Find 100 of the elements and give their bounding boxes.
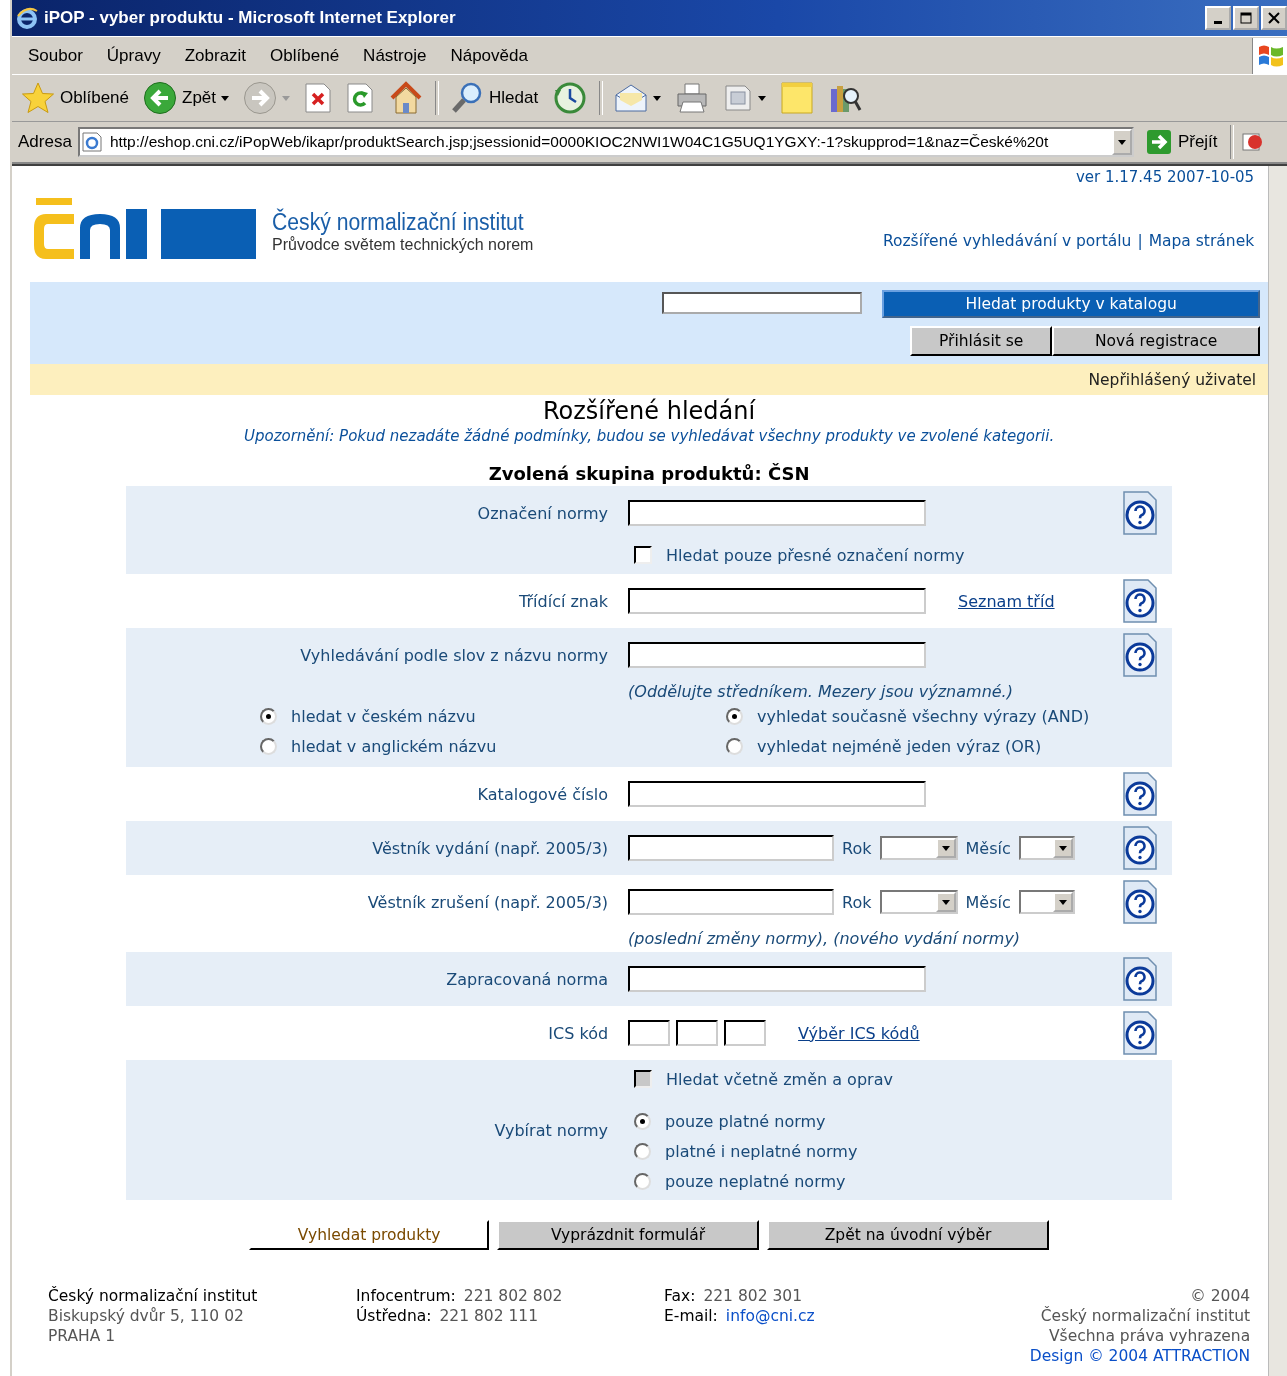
radio-button[interactable] [726,737,744,755]
radio-label: hledat v českém názvu [291,706,476,726]
text-field[interactable] [628,1020,671,1046]
month-label: Měsíc [965,838,1011,858]
text-field[interactable] [628,781,927,807]
field-label: Vybírat normy [493,1120,609,1140]
login-button[interactable]: Přihlásit se [910,326,1053,356]
contact-label: Fax: [664,1286,696,1306]
text-field[interactable] [724,1020,767,1046]
menu-item[interactable]: Nástroje [363,45,427,66]
field-label: Třídící znak [518,591,609,611]
address-field[interactable]: http://eshop.cni.cz/iPopWeb/ikapr/produktSearch.jsp;jsessionid=0000KIOC2NWI1W04C1G5UQ1YGXY:-1?skupprod=1&naz=České%20t [77,127,1134,157]
help-icon[interactable] [1122,956,1159,1002]
address-line: Biskupský dvůr 5, 110 02 [48,1306,245,1326]
maximize-button[interactable] [1233,6,1259,30]
menu-item[interactable]: Nápověda [450,45,528,66]
stop-icon [304,83,333,113]
maximize-icon [1240,12,1252,24]
page-heading: Rozšířené hledání [541,397,757,425]
note-icon [780,81,815,115]
radio-label: vyhledat nejméně jeden výraz (OR) [757,736,1042,756]
copyright-line: Všechna práva vyhrazena [1049,1326,1251,1346]
scrollbar[interactable] [1268,166,1287,1376]
caret-icon [1058,845,1067,851]
radio-button[interactable] [634,1112,652,1130]
dropdown[interactable] [879,836,958,860]
version-text: ver 1.17.45 2007-10-05 [1074,167,1256,186]
field-label: Věstník vydání (např. 2005/3) [371,838,609,858]
form-button[interactable]: Zpět na úvodní výběr [767,1220,1050,1250]
catalog-search-button[interactable]: Hledat produkty v katalogu [882,290,1261,318]
site-map-link[interactable]: Mapa stránek [1148,232,1255,250]
field-label: Zapracovaná norma [445,969,609,989]
notice-text: Upozornění: Pokud nezadáte žádné podmínky, budou se vyhledávat všechny produkty ve zvolené kategorii. [242,427,1056,445]
radio-button[interactable] [260,707,278,725]
field-label: Označení normy [476,503,609,523]
help-icon[interactable] [1122,578,1159,624]
text-field[interactable] [676,1020,719,1046]
menu-item[interactable]: Zobrazit [184,45,247,66]
menu-item[interactable]: Oblíbené [270,45,340,66]
browser-icon [16,7,38,29]
design-credit-link[interactable]: Design © 2004 ATTRACTION [1029,1346,1251,1366]
toolbar-button[interactable]: Oblíbené [18,81,132,115]
text-field[interactable] [628,835,835,861]
caret-icon [221,95,230,101]
text-field[interactable] [628,889,835,915]
search-field[interactable] [662,292,863,314]
go-button[interactable]: Přejít [1139,129,1224,155]
help-icon[interactable] [1122,771,1159,817]
text-field[interactable] [628,500,927,526]
form-button[interactable]: Vyhledat produkty [249,1220,490,1250]
footer-name: Český normalizační institut [48,1286,259,1306]
field-label: Věstník zrušení (např. 2005/3) [366,892,609,912]
radio-button[interactable] [260,737,278,755]
hint-text: (Oddělujte středníkem. Mezery jsou významné.) [628,682,1013,701]
register-button[interactable]: Nová registrace [1052,326,1261,356]
minimize-button[interactable] [1205,6,1231,30]
radio-button[interactable] [726,707,744,725]
radio-button[interactable] [634,1172,652,1190]
radio-label: pouze neplatné normy [665,1171,846,1191]
checkbox-label: Hledat pouze přesné označení normy [666,545,965,565]
close-icon [1268,12,1280,24]
text-field[interactable] [628,966,927,992]
address-label: Adresa [18,132,72,152]
mail-icon [614,83,649,113]
text-field[interactable] [628,588,927,614]
product-group-heading: Zvolená skupina produktů: ČSN [487,463,811,484]
toolbar-button[interactable]: Zpět [140,81,233,115]
toolbar-button[interactable]: Hledat [447,81,542,115]
help-icon[interactable] [1122,632,1159,678]
star-icon [21,81,55,115]
help-icon[interactable] [1122,490,1159,536]
dropdown[interactable] [1018,890,1075,914]
caret-icon [941,845,950,851]
portal-search-link[interactable]: Rozšířené vyhledávání v portálu [882,232,1132,250]
dropdown[interactable] [879,890,958,914]
contact-label: E-mail: [664,1306,718,1326]
help-icon[interactable] [1122,1010,1159,1056]
text-field[interactable] [628,642,927,668]
caret-icon [282,95,291,101]
close-button[interactable] [1261,6,1287,30]
contact-value: 221 802 802 [463,1286,563,1306]
dropdown[interactable] [1018,836,1075,860]
checkbox[interactable] [634,546,653,564]
menu-item[interactable]: Soubor [28,45,83,66]
ics-selection-link[interactable]: Výběr ICS kódů [798,1023,920,1043]
help-icon[interactable] [1122,825,1159,871]
field-label: Vyhledávání podle slov z názvu normy [299,645,609,665]
year-label: Rok [842,838,872,858]
help-icon[interactable] [1122,879,1159,925]
radio-button[interactable] [634,1142,652,1160]
contact-label: Ústředna: [356,1306,432,1326]
form-button[interactable]: Vyprázdnit formulář [497,1220,760,1250]
email-link[interactable]: info@cni.cz [725,1306,815,1326]
menu-item[interactable]: Úpravy [106,45,161,66]
radio-label: vyhledat současně všechny výrazy (AND) [757,706,1090,726]
month-label: Měsíc [965,892,1011,912]
class-list-link[interactable]: Seznam tříd [958,591,1055,611]
tagline: Průvodce světem technických norem [272,235,535,254]
copyright-line: Český normalizační institut [1040,1306,1251,1326]
page-icon [81,132,102,152]
